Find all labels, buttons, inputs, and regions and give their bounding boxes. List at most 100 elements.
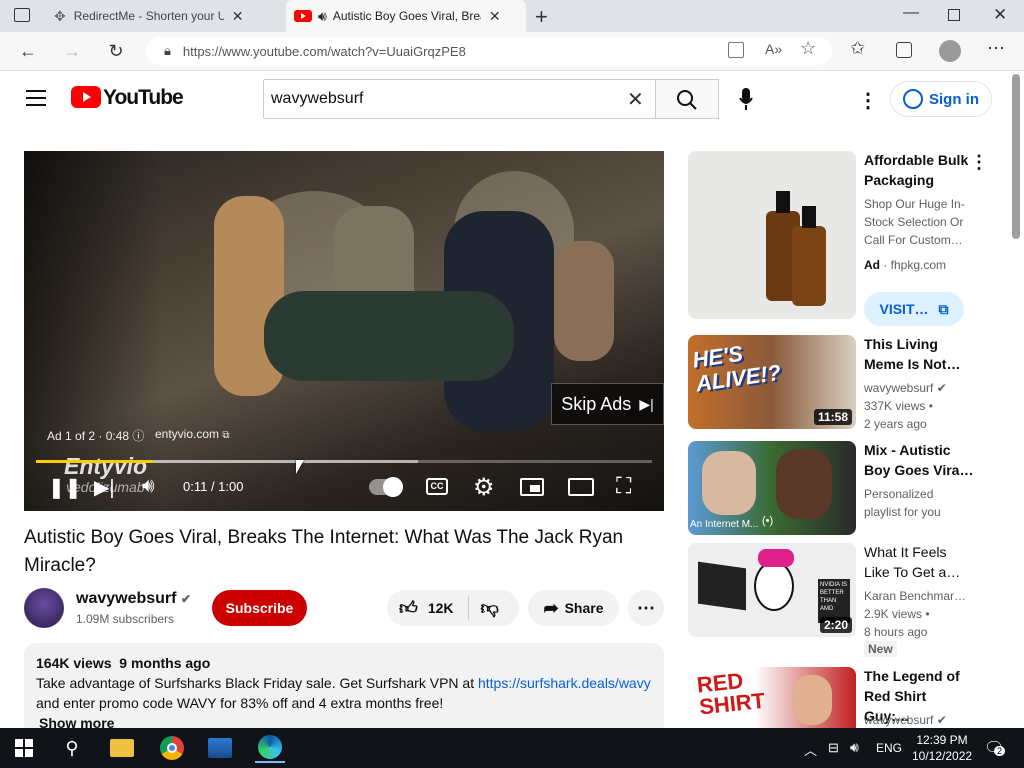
settings-gear-icon[interactable]: ⚙ bbox=[473, 473, 495, 502]
surfshark-link[interactable]: https://surfshark.deals/wavy bbox=[478, 675, 651, 691]
file-explorer-icon[interactable] bbox=[107, 733, 137, 763]
photos-icon[interactable] bbox=[205, 733, 235, 763]
read-aloud-icon[interactable]: A» bbox=[765, 41, 782, 57]
skip-ads-button[interactable]: Skip Ads ▶| bbox=[551, 383, 664, 425]
tab-title: RedirectMe - Shorten your URL f bbox=[73, 9, 224, 23]
close-tab-icon[interactable]: ✕ bbox=[489, 8, 501, 25]
video-player[interactable]: Ad 1 of 2 · 0:48 ⓘ entyvio.com ⧉ Entyvio… bbox=[24, 151, 664, 511]
windows-start-icon[interactable] bbox=[9, 733, 39, 763]
more-icon[interactable]: ⋯ bbox=[987, 38, 1005, 59]
dislike-icon[interactable]: 👎︎ bbox=[481, 597, 499, 619]
fullscreen-icon[interactable]: ⛶ bbox=[616, 473, 631, 499]
ad-title[interactable]: Affordable Bulk Packaging bbox=[864, 150, 974, 190]
dropper-shape bbox=[776, 191, 790, 213]
search-icon bbox=[677, 90, 697, 110]
notifications-icon[interactable]: 🗨︎2 bbox=[984, 738, 1006, 758]
forward-icon[interactable]: → bbox=[60, 40, 84, 62]
ad-menu-icon[interactable]: ⋮ bbox=[970, 152, 988, 173]
network-icon[interactable]: ⊟ bbox=[828, 740, 839, 756]
ad-description: Shop Our Huge In-Stock Selection Or Call… bbox=[864, 197, 965, 247]
menu-icon[interactable] bbox=[26, 90, 46, 106]
pause-icon[interactable]: ❚❚ bbox=[48, 475, 82, 500]
ad-site-link[interactable]: entyvio.com ⧉ bbox=[155, 427, 230, 441]
live-icon: (•) bbox=[762, 515, 774, 527]
youtube-logo-icon[interactable] bbox=[71, 86, 101, 108]
video-title-link[interactable]: Mix - Autistic Boy Goes Vira… bbox=[864, 440, 974, 480]
video-title-link[interactable]: This Living Meme Is Not… bbox=[864, 334, 974, 374]
ad-thumbnail[interactable] bbox=[688, 151, 856, 319]
favorites-icon[interactable]: ✩ bbox=[850, 38, 865, 59]
settings-more-icon[interactable]: ⋮ bbox=[858, 88, 878, 113]
taskbar-search-icon[interactable]: ⚲ bbox=[57, 733, 87, 763]
video-thumbnail[interactable]: RED SHIRT bbox=[688, 667, 856, 728]
volume-tray-icon[interactable]: 🔊︎ bbox=[850, 739, 859, 756]
page-scrollbar[interactable] bbox=[1012, 74, 1020, 239]
thumbnail-text: An Internet M... bbox=[690, 519, 759, 530]
channel-name[interactable]: Karan Benchmar… bbox=[864, 587, 966, 605]
edge-icon[interactable] bbox=[255, 733, 285, 763]
more-actions-icon[interactable]: ⋯ bbox=[628, 590, 664, 626]
volume-icon[interactable]: 🔊︎ bbox=[142, 475, 155, 498]
search-button[interactable] bbox=[655, 79, 719, 119]
video-thumbnail[interactable]: HE'S ALIVE!? 11:58 bbox=[688, 335, 856, 429]
visit-button[interactable]: VISIT… ⧉ bbox=[864, 292, 964, 326]
minimize-icon[interactable]: — bbox=[903, 4, 919, 22]
face-shape bbox=[792, 675, 832, 725]
clear-search-icon[interactable]: ✕ bbox=[627, 87, 644, 112]
channel-name[interactable]: wavywebsurf ✔ bbox=[864, 711, 947, 729]
video-title: Autistic Boy Goes Viral, Breaks The Inte… bbox=[24, 527, 624, 576]
lock-icon[interactable]: 🔒︎ bbox=[164, 43, 171, 59]
restore-icon[interactable] bbox=[948, 9, 960, 21]
windows-taskbar bbox=[0, 728, 1024, 768]
video-title-link[interactable]: What It Feels Like To Get a… bbox=[864, 542, 974, 582]
apps-icon[interactable] bbox=[728, 42, 744, 58]
autoplay-toggle[interactable] bbox=[369, 477, 403, 497]
tab-youtube[interactable]: 🔊︎ Autistic Boy Goes Viral, Brea ✕ bbox=[286, 0, 526, 32]
like-icon[interactable]: 👍︎ bbox=[399, 597, 418, 619]
close-window-icon[interactable]: ✕ bbox=[993, 5, 1007, 25]
close-tab-icon[interactable]: ✕ bbox=[232, 8, 244, 25]
profile-icon[interactable] bbox=[939, 40, 961, 62]
subscribe-button[interactable]: Subscribe bbox=[212, 590, 307, 626]
video-thumbnail[interactable]: An Internet M... (•) bbox=[688, 441, 856, 535]
theater-mode-icon[interactable] bbox=[568, 478, 594, 496]
tab-actions-icon[interactable] bbox=[14, 8, 30, 22]
speaker-icon[interactable]: 🔊︎ bbox=[318, 8, 327, 25]
video-thumbnail[interactable]: NVIDIA IS BETTER THAN AMD 2:20 bbox=[688, 543, 856, 637]
clock[interactable]: 12:39 PM 10/12/2022 bbox=[912, 732, 972, 764]
collections-icon[interactable] bbox=[896, 42, 912, 58]
meme-face-shape bbox=[754, 561, 794, 611]
search-input[interactable]: wavywebsurf bbox=[263, 79, 656, 119]
next-icon[interactable]: ▶| bbox=[94, 475, 115, 500]
upload-age: 8 hours ago bbox=[864, 625, 928, 639]
channel-name[interactable]: wavywebsurf ✔ bbox=[76, 590, 191, 608]
like-dislike-group: 👍︎ 12K 👎︎ bbox=[387, 590, 519, 626]
external-link-icon: ⧉ bbox=[222, 430, 230, 441]
tab-redirectme[interactable]: ✥ RedirectMe - Shorten your URL f ✕ bbox=[46, 0, 282, 32]
progress-bar[interactable] bbox=[36, 460, 652, 463]
description-line: and enter promo code WAVY for 83% off an… bbox=[36, 695, 444, 711]
redirect-icon: ✥ bbox=[54, 7, 66, 24]
share-label: Share bbox=[564, 600, 604, 616]
sign-in-button[interactable]: Sign in bbox=[890, 81, 992, 117]
like-count[interactable]: 12K bbox=[428, 600, 454, 616]
language-indicator[interactable]: ENG bbox=[876, 741, 902, 755]
back-icon[interactable]: ← bbox=[16, 40, 40, 62]
chrome-icon[interactable] bbox=[157, 733, 187, 763]
skip-label: Skip Ads bbox=[561, 393, 632, 414]
tray-chevron-icon[interactable]: ︿ bbox=[804, 740, 817, 759]
microphone-icon[interactable] bbox=[738, 86, 754, 112]
channel-avatar[interactable] bbox=[24, 588, 64, 628]
youtube-logo-text[interactable]: YouTube bbox=[103, 86, 184, 110]
share-icon: ➦ bbox=[543, 597, 559, 618]
miniplayer-icon[interactable] bbox=[520, 478, 544, 496]
new-tab-icon[interactable]: + bbox=[535, 4, 548, 30]
refresh-icon[interactable]: ↻ bbox=[104, 40, 128, 62]
subscriber-count: 1.09M subscribers bbox=[76, 612, 175, 626]
share-button[interactable]: ➦ Share bbox=[528, 590, 619, 626]
add-favorite-icon[interactable]: ☆ bbox=[800, 38, 816, 59]
info-icon[interactable]: ⓘ bbox=[132, 429, 144, 443]
channel-name[interactable]: wavywebsurf ✔ bbox=[864, 379, 947, 397]
captions-icon[interactable]: CC bbox=[426, 478, 448, 495]
verified-icon: ✔ bbox=[936, 713, 947, 727]
